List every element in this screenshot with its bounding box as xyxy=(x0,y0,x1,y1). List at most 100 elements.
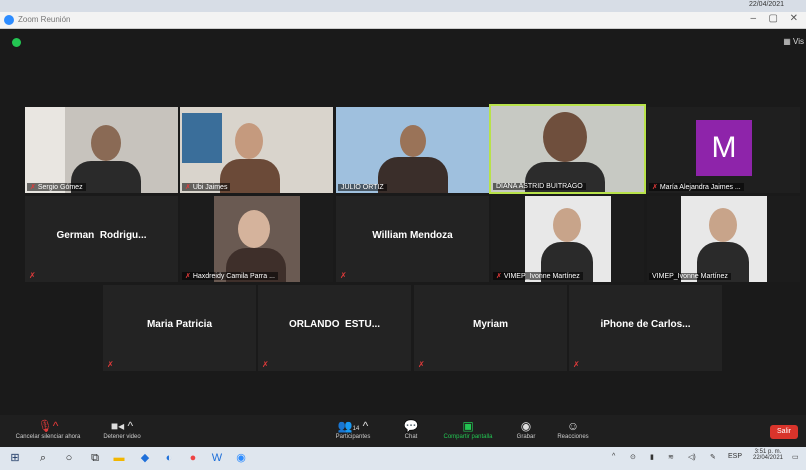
reactions-icon: ☺ xyxy=(566,419,580,433)
participant-label: VIMEP_Ivonne Martínez xyxy=(649,273,731,280)
edge-icon[interactable]: ◐ xyxy=(162,451,176,465)
chat-label: Chat xyxy=(404,434,418,440)
muted-mic-icon: ✗ xyxy=(29,271,36,280)
background-wall xyxy=(25,107,65,193)
maximize-icon[interactable]: ▢ xyxy=(769,13,778,24)
video-tile-julio[interactable]: JULIO ORTIZ xyxy=(336,107,489,193)
participant-label: ✗ Haxdreidy Camila Parra ... xyxy=(182,272,278,280)
video-label: Detener video xyxy=(103,434,141,440)
participants-label: Participantes xyxy=(335,434,371,440)
reactions-label: Reacciones xyxy=(557,434,589,440)
participant-label: ✗ Sergio Gómez xyxy=(27,183,86,191)
taskbar-clock[interactable]: 3:51 p. m. 22/04/2021 xyxy=(750,449,786,461)
windows-start-icon[interactable]: ⊞ xyxy=(8,451,22,465)
video-tile-haxdreidy[interactable]: ✗ Haxdreidy Camila Parra ... xyxy=(180,196,333,282)
participant-face xyxy=(709,208,737,242)
participant-face xyxy=(400,125,426,157)
battery-icon[interactable]: ▮ xyxy=(650,453,654,461)
record-icon: ◉ xyxy=(520,419,532,433)
video-tile-german[interactable]: German Rodrigu... ✗ xyxy=(25,196,178,282)
participant-face xyxy=(553,208,581,242)
participant-face xyxy=(238,210,270,248)
mute-label: Cancelar silenciar ahora xyxy=(15,434,81,440)
chrome-icon[interactable]: ● xyxy=(186,451,200,465)
volume-icon[interactable]: ◁) xyxy=(688,453,696,461)
muted-mic-icon: ✗ xyxy=(107,360,114,369)
end-meeting-button[interactable]: Salir xyxy=(770,425,798,439)
participant-face xyxy=(235,123,263,159)
windows-taskbar: ⊞ ⌕ ○ ⧉ ▬ ◆ ◐ ● W ◉ ^ ⊙ ▮ ≋ ◁) ✎ ESP 3:5… xyxy=(0,447,806,470)
video-tile-diana[interactable]: DIANA ASTRID BUITRAGO xyxy=(489,104,646,194)
view-button-label: Vis xyxy=(793,37,804,46)
minimize-icon[interactable]: – xyxy=(750,13,756,24)
store-icon[interactable]: ◆ xyxy=(138,451,152,465)
wifi-icon[interactable]: ≋ xyxy=(668,453,674,461)
video-tile-vimep-1[interactable]: ✗ VIMEP_Ivonne Martínez xyxy=(491,196,644,282)
close-icon[interactable]: ✕ xyxy=(790,13,798,24)
pen-icon[interactable]: ✎ xyxy=(710,453,716,461)
chat-icon: 💬 xyxy=(403,419,419,433)
reactions-button[interactable]: ☺ Reacciones xyxy=(550,418,596,440)
video-tile-iphone[interactable]: iPhone de Carlos... ✗ xyxy=(569,285,722,371)
participant-label: ✗ María Alejandra Jaimes ... xyxy=(649,183,744,191)
tray-chevron-icon[interactable]: ^ xyxy=(612,453,615,460)
top-strip: 22/04/2021 xyxy=(0,0,806,12)
record-button[interactable]: ◉ Grabar xyxy=(508,418,544,440)
share-label: Compartir pantalla xyxy=(443,434,493,440)
participant-label: JULIO ORTIZ xyxy=(338,184,387,191)
video-tile-maria-patricia[interactable]: Maria Patricia ✗ xyxy=(103,285,256,371)
file-explorer-icon[interactable]: ▬ xyxy=(112,451,126,465)
chat-button[interactable]: 💬 Chat xyxy=(393,418,429,440)
participant-face xyxy=(91,125,121,161)
participant-name: William Mendoza xyxy=(372,230,453,241)
participant-label: ✗ VIMEP_Ivonne Martínez xyxy=(493,272,583,280)
participant-name: ORLANDO ESTU... xyxy=(288,319,381,330)
video-tile-william[interactable]: William Mendoza ✗ xyxy=(336,196,489,282)
video-tile-myriam[interactable]: Myriam ✗ xyxy=(414,285,567,371)
participant-label: ✗ Ubi Jaimes xyxy=(182,183,231,191)
participant-label: DIANA ASTRID BUITRAGO xyxy=(493,183,586,190)
participant-face xyxy=(543,112,587,162)
participants-button[interactable]: 👥14 ^ Participantes xyxy=(325,418,381,440)
participant-name: iPhone de Carlos... xyxy=(600,319,691,330)
window-title: Zoom Reunión xyxy=(18,15,71,24)
taskbar-date: 22/04/2021 xyxy=(752,455,784,461)
cortana-icon[interactable]: ○ xyxy=(62,451,76,465)
task-view-icon[interactable]: ⧉ xyxy=(88,451,102,465)
share-screen-icon: ▣ xyxy=(462,419,474,433)
video-tile-vimep-2[interactable]: VIMEP_Ivonne Martínez xyxy=(647,196,800,282)
muted-mic-icon: ✗ xyxy=(573,360,580,369)
network-icon[interactable]: ⊙ xyxy=(630,453,636,461)
muted-mic-icon: ✗ xyxy=(340,271,347,280)
zoom-logo-icon xyxy=(4,15,14,25)
record-label: Grabar xyxy=(516,434,536,440)
participant-name: Maria Patricia xyxy=(146,319,213,330)
word-icon[interactable]: W xyxy=(210,451,224,465)
participants-icon: 👥14 ^ xyxy=(337,419,369,433)
participant-name: German Rodrigu... xyxy=(56,230,147,241)
wall-painting xyxy=(182,113,222,163)
search-icon[interactable]: ⌕ xyxy=(36,451,50,465)
view-button[interactable]: ▦ Vis xyxy=(783,37,804,46)
video-tile-ubi[interactable]: ✗ Ubi Jaimes xyxy=(180,107,333,193)
participant-body xyxy=(378,157,448,193)
avatar: M xyxy=(696,120,752,176)
security-shield-icon[interactable] xyxy=(12,38,21,47)
muted-microphone-icon: 🎙^ xyxy=(37,419,59,433)
video-tile-orlando[interactable]: ORLANDO ESTU... ✗ xyxy=(258,285,411,371)
meeting-toolbar: 🎙^ Cancelar silenciar ahora ■◂ ^ Detener… xyxy=(0,415,806,447)
language-indicator[interactable]: ESP xyxy=(728,453,742,460)
muted-mic-icon: ✗ xyxy=(418,360,425,369)
participant-name: Myriam xyxy=(472,319,508,330)
window-titlebar: Zoom Reunión – ▢ ✕ xyxy=(0,12,806,29)
mute-button[interactable]: 🎙^ Cancelar silenciar ahora xyxy=(8,418,88,440)
video-button[interactable]: ■◂ ^ Detener video xyxy=(92,418,152,440)
video-camera-icon: ■◂ ^ xyxy=(110,419,134,433)
muted-mic-icon: ✗ xyxy=(262,360,269,369)
top-date: 22/04/2021 xyxy=(748,1,784,8)
video-tile-maria-alejandra[interactable]: M ✗ María Alejandra Jaimes ... xyxy=(647,107,800,193)
video-tile-sergio[interactable]: ✗ Sergio Gómez xyxy=(25,107,178,193)
zoom-icon[interactable]: ◉ xyxy=(234,451,248,465)
notifications-icon[interactable]: ▭ xyxy=(792,453,799,461)
share-screen-button[interactable]: ▣ Compartir pantalla xyxy=(435,418,501,440)
